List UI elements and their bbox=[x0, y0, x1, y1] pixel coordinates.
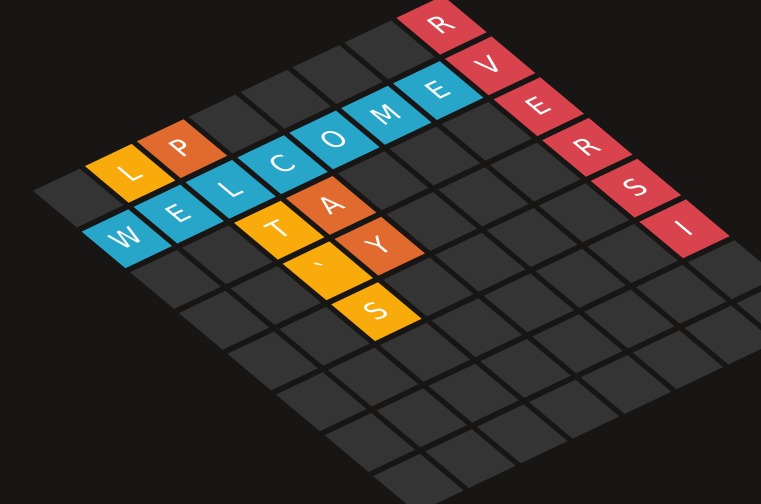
game-board: LPRWELCOMEVTAE`YRSSI bbox=[33, 0, 761, 504]
